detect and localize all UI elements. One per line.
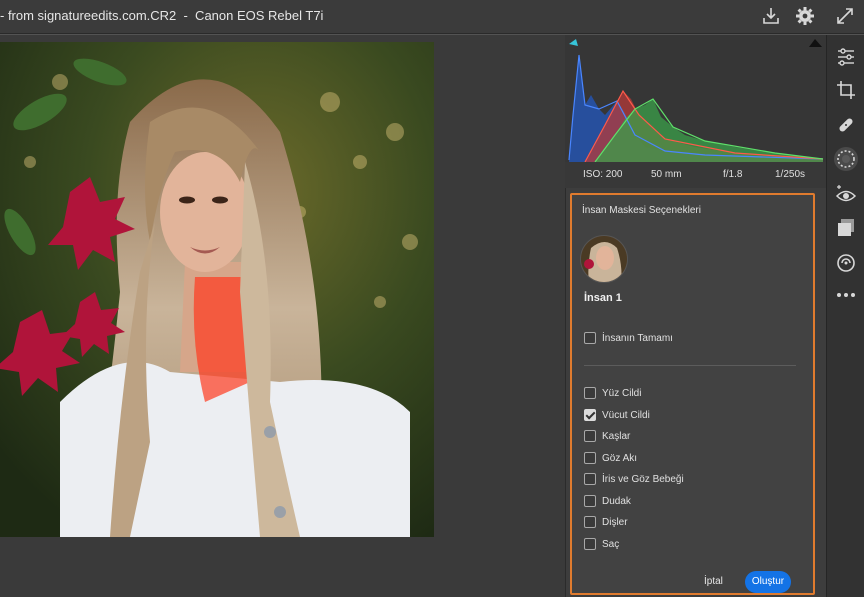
redeye-icon[interactable] <box>834 183 858 207</box>
option-iris-pupil[interactable]: İris ve Göz Bebeği <box>584 471 684 487</box>
checkbox[interactable] <box>584 538 596 550</box>
entire-person-label: İnsanın Tamamı <box>602 332 673 344</box>
option-eye-sclera[interactable]: Göz Akı <box>584 450 637 466</box>
person-label: İnsan 1 <box>584 292 622 304</box>
option-face-skin[interactable]: Yüz Cildi <box>584 385 641 401</box>
highlight-clipping-icon <box>809 39 822 47</box>
gear-icon[interactable] <box>794 5 816 27</box>
checkbox-checked[interactable] <box>584 409 596 421</box>
snapshots-icon[interactable] <box>834 251 858 275</box>
option-label: Yüz Cildi <box>602 387 642 399</box>
more-icon[interactable] <box>834 283 858 307</box>
crop-icon[interactable] <box>834 78 858 102</box>
checkbox[interactable] <box>584 473 596 485</box>
option-hair[interactable]: Saç <box>584 536 619 552</box>
option-label: Dişler <box>602 516 628 528</box>
presets-icon[interactable] <box>834 216 858 240</box>
cancel-button[interactable]: İptal <box>704 576 723 587</box>
option-label: Vücut Cildi <box>602 409 650 421</box>
checkbox[interactable] <box>584 387 596 399</box>
shadow-clipping-icon <box>569 39 578 46</box>
iso-value: ISO: 200 <box>583 169 623 180</box>
option-label: Kaşlar <box>602 430 631 442</box>
masking-icon[interactable] <box>834 147 858 171</box>
option-label: Dudak <box>602 495 631 507</box>
checkbox[interactable] <box>584 452 596 464</box>
edit-sliders-icon[interactable] <box>834 45 858 69</box>
option-label: Saç <box>602 538 620 550</box>
focal-length: 50 mm <box>651 169 682 180</box>
shutter-speed: 1/250s <box>775 169 806 180</box>
tool-strip <box>826 35 864 597</box>
option-label: Göz Akı <box>602 452 638 464</box>
people-mask-options-dialog: İnsan Maskesi Seçenekleri İnsan 1 İnsanı… <box>570 193 815 595</box>
title-bar: - from signatureedits.com.CR2 - Canon EO… <box>0 0 864 34</box>
person-avatar[interactable] <box>580 235 628 283</box>
checkbox[interactable] <box>584 516 596 528</box>
checkbox[interactable] <box>584 430 596 442</box>
option-teeth[interactable]: Dişler <box>584 514 628 530</box>
option-lips[interactable]: Dudak <box>584 493 631 509</box>
checkbox[interactable] <box>584 495 596 507</box>
divider <box>584 365 796 366</box>
create-button[interactable]: Oluştur <box>745 571 791 593</box>
save-icon[interactable] <box>760 5 782 27</box>
option-eyebrows[interactable]: Kaşlar <box>584 428 630 444</box>
fullscreen-icon[interactable] <box>834 5 856 27</box>
aperture: f/1.8 <box>723 169 743 180</box>
entire-person-checkbox[interactable] <box>584 332 596 344</box>
window-title: - from signatureedits.com.CR2 - Canon EO… <box>0 8 324 23</box>
heal-icon[interactable] <box>834 113 858 137</box>
option-label: İris ve Göz Bebeği <box>602 473 684 485</box>
histogram <box>565 35 826 163</box>
exif-info: ISO: 200 50 mm f/1.8 1/250s <box>565 162 826 188</box>
photo-preview[interactable] <box>0 42 434 537</box>
dialog-title: İnsan Maskesi Seçenekleri <box>582 205 701 216</box>
entire-person-option[interactable]: İnsanın Tamamı <box>584 330 673 346</box>
option-body-skin[interactable]: Vücut Cildi <box>584 407 650 423</box>
